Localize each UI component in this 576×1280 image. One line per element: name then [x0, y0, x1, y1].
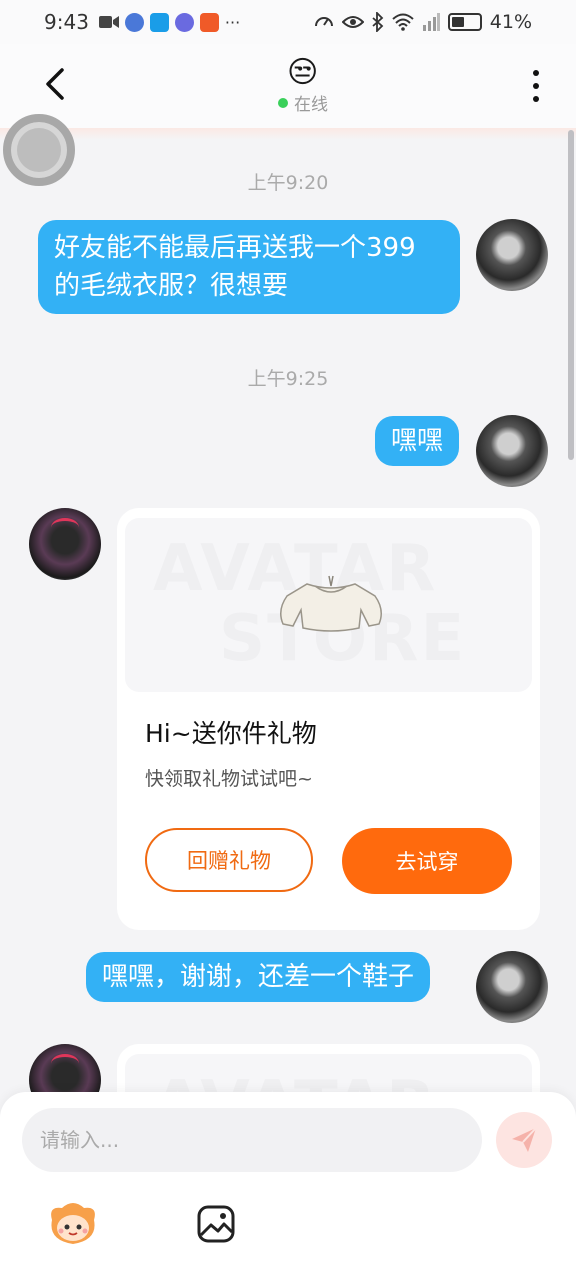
status-bar: 9:43 ··· 41% — [0, 0, 576, 44]
friend-avatar[interactable] — [29, 508, 101, 580]
try-on-button[interactable]: 去试穿 — [342, 828, 512, 894]
message-timestamp: 上午9:20 — [247, 172, 329, 194]
wifi-icon — [392, 13, 414, 31]
gift-card[interactable]: AVATAR STORE Hi~送你件礼物 快领取礼物试试吧~ 回赠礼物 去试穿 — [117, 508, 540, 930]
scrollbar[interactable] — [568, 130, 574, 460]
notification-icons: ··· — [98, 12, 241, 32]
mascot-icon — [51, 1203, 95, 1244]
signal-icon — [422, 13, 440, 31]
contact-status-emoji: 😒 — [287, 55, 319, 90]
outgoing-message[interactable]: 嘿嘿 — [375, 416, 460, 466]
mascot-emoji-button[interactable] — [46, 1200, 100, 1248]
message-input[interactable] — [22, 1108, 482, 1172]
return-gift-button[interactable]: 回赠礼物 — [145, 828, 313, 892]
speed-gauge-icon — [314, 17, 333, 27]
self-avatar[interactable] — [476, 415, 548, 487]
gift-image: AVATAR STORE — [125, 518, 532, 692]
eye-icon — [341, 16, 364, 28]
send-button[interactable] — [496, 1112, 552, 1168]
more-vertical-icon — [533, 70, 539, 76]
online-label: 在线 — [294, 95, 328, 115]
message-line: 的毛绒衣服？很想要 — [54, 271, 289, 301]
chat-header: 😒 在线 — [0, 44, 576, 128]
search-app-icon — [149, 12, 169, 32]
app-grid-icon — [199, 12, 219, 32]
online-dot — [278, 97, 288, 108]
message-line: 好友能不能最后再送我一个399 — [54, 233, 416, 263]
bluetooth-icon — [372, 12, 384, 32]
browser-app-icon — [124, 12, 144, 32]
gift-title: Hi~送你件礼物 — [145, 719, 317, 748]
battery-percent: 41% — [489, 11, 532, 33]
gift-subtitle: 快领取礼物试试吧~ — [145, 768, 313, 790]
input-bar — [0, 1092, 576, 1280]
image-picker-button[interactable] — [196, 1204, 236, 1244]
sweater-icon — [280, 575, 382, 632]
back-button[interactable] — [38, 64, 78, 104]
header-divider — [0, 128, 576, 140]
outgoing-message[interactable]: 嘿嘿，谢谢，还差一个鞋子 — [86, 952, 431, 1002]
video-notification-icon — [98, 16, 119, 28]
image-icon — [197, 1205, 235, 1243]
online-status: 在线 — [278, 90, 328, 115]
self-avatar[interactable] — [476, 219, 548, 291]
outgoing-message[interactable]: 好友能不能最后再送我一个399 的毛绒衣服？很想要 — [38, 220, 460, 314]
more-options-button[interactable] — [526, 66, 546, 106]
message-timestamp: 上午9:25 — [247, 368, 329, 390]
self-avatar[interactable] — [476, 951, 548, 1023]
music-app-icon — [174, 12, 194, 32]
floating-assistant-ball[interactable] — [3, 114, 75, 186]
status-time: 9:43 — [44, 10, 89, 34]
system-indicators: 41% — [314, 11, 532, 33]
more-notifications-icon: ··· — [224, 12, 241, 32]
back-arrow-icon — [46, 68, 64, 100]
send-icon — [512, 1127, 537, 1152]
battery-icon — [447, 13, 482, 31]
